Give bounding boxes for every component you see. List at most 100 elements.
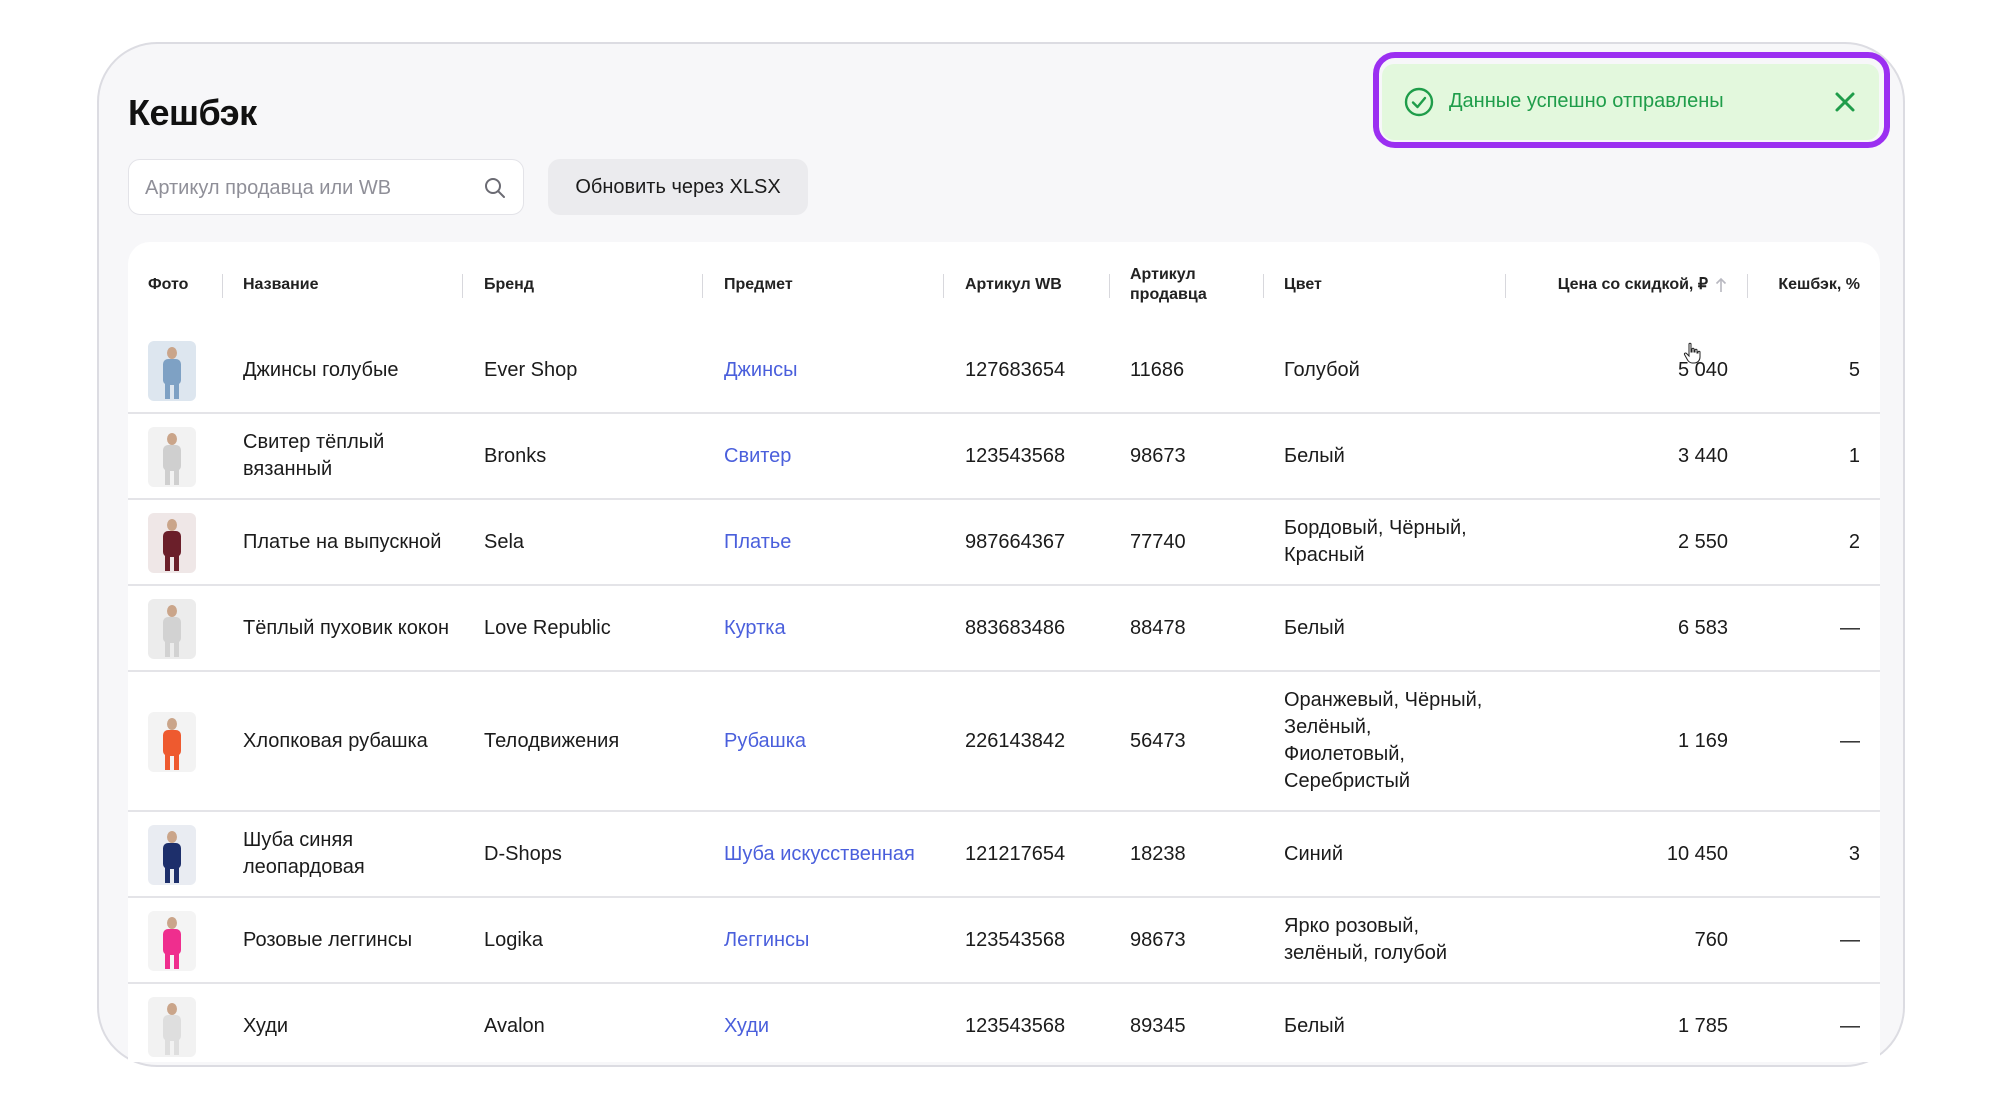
cell-name: Джинсы голубые [243, 358, 399, 381]
product-photo[interactable] [148, 712, 196, 772]
cell-color: Ярко розовый, зелёный, голубой [1284, 915, 1448, 964]
product-photo[interactable] [148, 341, 196, 401]
cell-color: Белый [1284, 1014, 1345, 1037]
cell-name: Розовые леггинсы [243, 928, 413, 951]
cell-article-wb: 883683486 [965, 616, 1066, 639]
column-divider [222, 274, 223, 298]
table-row[interactable]: Худи Avalon Худи 123543568 89345 Белый 1 785 — [128, 984, 1880, 1062]
cell-color: Оранжевый, Чёрный, Зелёный, Фиолетовый, … [1284, 689, 1483, 792]
cell-subject-link[interactable]: Рубашка [724, 672, 934, 810]
cell-name: Хлопковая рубашка [243, 729, 428, 752]
column-divider [943, 274, 944, 298]
table-row[interactable]: Тёплый пуховик кокон Love Republic Куртка 8… [128, 586, 1880, 672]
column-divider [1263, 274, 1264, 298]
cell-color: Белый [1284, 444, 1345, 467]
cell-cashback: 5 [1848, 358, 1860, 381]
success-toast: Данные успешно отправлены [1382, 64, 1879, 140]
product-photo[interactable] [148, 911, 196, 971]
cashback-table: Фото Название Бренд Предмет Артикул WB А… [128, 242, 1880, 1062]
cell-brand: Bronks [484, 444, 547, 467]
check-circle-icon [1404, 87, 1434, 117]
header-price[interactable]: Цена со скидкой, ₽ [1528, 242, 1728, 328]
cell-price: 10 450 [1666, 842, 1728, 865]
cell-subject-link[interactable]: Худи [724, 984, 934, 1062]
cell-color: Синий [1284, 842, 1344, 865]
cell-article-seller: 56473 [1130, 729, 1186, 752]
column-divider [1109, 274, 1110, 298]
header-article-seller[interactable]: Артикул продавца [1130, 242, 1230, 328]
cell-subject-link[interactable]: Свитер [724, 414, 934, 498]
search-icon[interactable] [483, 176, 507, 200]
header-cashback[interactable]: Кешбэк, % [1768, 242, 1860, 328]
table-row[interactable]: Розовые леггинсы Logika Леггинсы 123543568 9… [128, 898, 1880, 984]
header-subject[interactable]: Предмет [724, 242, 924, 328]
cell-brand: Logika [484, 928, 543, 951]
cell-cashback: — [1840, 616, 1860, 639]
cell-article-seller: 18238 [1130, 842, 1186, 865]
cell-subject-link[interactable]: Леггинсы [724, 898, 934, 982]
column-divider [1747, 274, 1748, 298]
cell-color: Бордовый, Чёрный, Красный [1284, 517, 1467, 566]
cell-subject-link[interactable]: Платье [724, 500, 934, 584]
cell-cashback: — [1840, 928, 1860, 951]
table-header: Фото Название Бренд Предмет Артикул WB А… [128, 242, 1880, 328]
search-field[interactable] [128, 159, 524, 216]
table-row[interactable]: Свитер тёплый вязанный Bronks Свитер 123543… [128, 414, 1880, 500]
cell-subject-link[interactable]: Шуба искусственная [724, 812, 934, 896]
table-row[interactable]: Платье на выпускной Sela Платье 987664367 77… [128, 500, 1880, 586]
cell-article-wb: 127683654 [965, 358, 1066, 381]
cell-color: Белый [1284, 616, 1345, 639]
page-title: Кешбэк [128, 92, 257, 133]
cell-article-wb: 121217654 [965, 842, 1066, 865]
header-photo: Фото [148, 276, 189, 293]
cell-price: 6 583 [1677, 616, 1728, 639]
product-photo[interactable] [148, 825, 196, 885]
cell-cashback: 3 [1848, 842, 1860, 865]
cell-article-wb: 123543568 [965, 928, 1066, 951]
cell-price: 1 785 [1677, 1014, 1728, 1037]
table-row[interactable]: Джинсы голубые Ever Shop Джинсы 127683654 11… [128, 328, 1880, 414]
cell-cashback: — [1840, 729, 1860, 752]
close-icon[interactable] [1831, 88, 1859, 116]
cell-article-wb: 123543568 [965, 1014, 1066, 1037]
cell-price: 1 169 [1677, 729, 1728, 752]
toast-message: Данные успешно отправлены [1449, 90, 1724, 112]
cell-price: 2 550 [1677, 530, 1728, 553]
cell-cashback: — [1840, 1014, 1860, 1037]
cell-article-wb: 123543568 [965, 444, 1066, 467]
cell-article-seller: 88478 [1130, 616, 1186, 639]
cell-article-seller: 77740 [1130, 530, 1186, 553]
cell-price: 760 [1694, 928, 1728, 951]
search-input[interactable] [143, 160, 477, 216]
header-price-label: Цена со скидкой, ₽ [1557, 276, 1708, 293]
cell-subject-link[interactable]: Джинсы [724, 328, 934, 412]
product-photo[interactable] [148, 427, 196, 487]
cell-article-seller: 89345 [1130, 1014, 1186, 1037]
cell-name: Тёплый пуховик кокон [243, 616, 450, 639]
column-divider [462, 274, 463, 298]
cell-article-wb: 226143842 [965, 729, 1066, 752]
product-photo[interactable] [148, 513, 196, 573]
header-brand[interactable]: Бренд [484, 242, 684, 328]
header-article-wb[interactable]: Артикул WB [965, 242, 1105, 328]
cell-name: Платье на выпускной [243, 530, 442, 553]
table-row[interactable]: Шуба синяя леопардовая D-Shops Шуба искусс… [128, 812, 1880, 898]
cell-brand: Avalon [484, 1014, 545, 1037]
header-name[interactable]: Название [243, 242, 463, 328]
product-photo[interactable] [148, 997, 196, 1057]
cell-article-seller: 98673 [1130, 444, 1186, 467]
cell-price: 5 040 [1677, 358, 1728, 381]
table-row[interactable]: Хлопковая рубашка Телодвижения Рубашка 2261… [128, 672, 1880, 812]
sort-arrow-up-icon[interactable] [1714, 276, 1728, 294]
header-color[interactable]: Цвет [1284, 242, 1484, 328]
cell-subject-link[interactable]: Куртка [724, 586, 934, 670]
cell-name: Шуба синяя леопардовая [243, 829, 365, 878]
column-divider [1505, 274, 1506, 298]
cell-color: Голубой [1284, 358, 1360, 381]
update-xlsx-button[interactable]: Обновить через XLSX [548, 159, 808, 215]
cell-name: Худи [243, 1014, 289, 1037]
cell-brand: Ever Shop [484, 358, 578, 381]
column-divider [702, 274, 703, 298]
product-photo[interactable] [148, 599, 196, 659]
cell-cashback: 1 [1848, 444, 1860, 467]
